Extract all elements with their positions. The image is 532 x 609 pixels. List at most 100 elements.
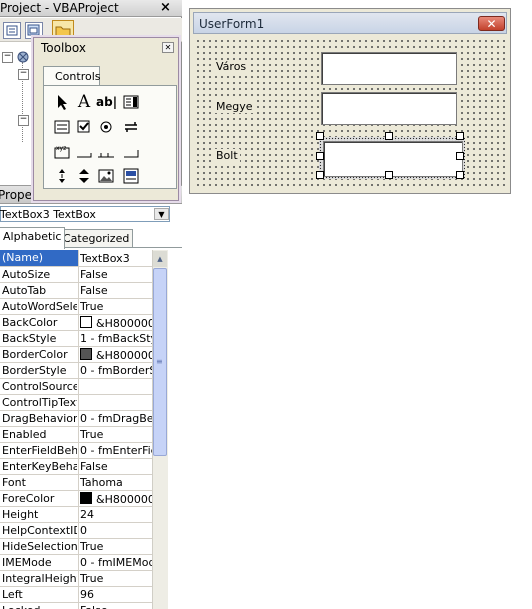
scrollbar-tool-icon[interactable] <box>52 166 72 186</box>
property-name[interactable]: BorderColor <box>2 348 77 361</box>
resize-handle[interactable] <box>456 132 464 140</box>
property-value[interactable]: True <box>80 300 152 313</box>
collapse-icon[interactable]: − <box>18 115 29 126</box>
property-value[interactable]: TextBox3 <box>80 252 152 265</box>
multipage-tool-icon[interactable] <box>121 142 141 162</box>
property-name[interactable]: AutoWordSelect <box>2 300 77 313</box>
frame-tool-icon[interactable]: xyz <box>52 142 72 162</box>
property-name[interactable]: Left <box>2 588 77 601</box>
property-name[interactable]: HelpContextID <box>2 524 77 537</box>
property-value[interactable]: 0 - fmDragBehaviorDisabled <box>80 412 152 425</box>
textbox-tool-icon[interactable]: ab| <box>96 92 117 112</box>
select-objects-icon[interactable] <box>52 92 72 112</box>
property-name[interactable]: (Name) <box>0 250 78 266</box>
spinbutton-tool-icon[interactable] <box>74 166 94 186</box>
property-value[interactable]: &H80000006& <box>80 348 152 362</box>
property-row[interactable]: AutoWordSelectTrue <box>0 298 152 315</box>
tab-controls[interactable]: Controls <box>43 66 101 86</box>
checkbox-tool-icon[interactable] <box>74 117 94 137</box>
property-name[interactable]: ForeColor <box>2 492 77 505</box>
property-value[interactable]: 0 - fmBorderStyleNone <box>80 364 152 377</box>
image-tool-icon[interactable] <box>96 166 116 186</box>
property-value[interactable]: 1 - fmBackStyleOpaque <box>80 332 152 345</box>
listbox-tool-icon[interactable] <box>52 117 72 137</box>
property-name[interactable]: BorderStyle <box>2 364 77 377</box>
close-icon[interactable]: × <box>158 1 173 15</box>
property-row[interactable]: BorderColor&H80000006& <box>0 346 152 363</box>
resize-handle[interactable] <box>316 171 324 179</box>
property-name[interactable]: Enabled <box>2 428 77 441</box>
collapse-icon[interactable]: − <box>2 52 13 63</box>
property-value[interactable]: Tahoma <box>80 476 152 489</box>
property-row[interactable]: AutoSize False <box>0 266 152 283</box>
property-row[interactable]: Height 24 <box>0 506 152 523</box>
tabstrip-tool-icon[interactable] <box>96 142 116 162</box>
resize-handle[interactable] <box>385 171 393 179</box>
property-name[interactable]: Font <box>2 476 77 489</box>
togglebutton-tool-icon[interactable] <box>121 117 141 137</box>
property-row[interactable]: BackColor&H80000005& <box>0 314 152 331</box>
userform-design-surface[interactable]: Város Megye Bolt <box>195 38 505 190</box>
property-value[interactable]: False <box>80 268 152 281</box>
property-row[interactable]: EnterFieldBehavior0 - fmEnterFieldBehavi… <box>0 442 152 459</box>
property-name[interactable]: AutoTab <box>2 284 77 297</box>
object-selector-combo[interactable]: TextBox3 TextBox ▼ <box>0 206 170 222</box>
collapse-icon[interactable]: − <box>18 69 29 80</box>
textbox-varos[interactable] <box>321 52 457 85</box>
property-name[interactable]: HideSelection <box>2 540 77 553</box>
property-name[interactable]: EnterKeyBehavior <box>2 460 77 473</box>
resize-handle[interactable] <box>456 171 464 179</box>
textbox-bolt[interactable] <box>323 141 463 177</box>
property-name[interactable]: IMEMode <box>2 556 77 569</box>
label-megye[interactable]: Megye <box>214 100 255 113</box>
property-value[interactable]: True <box>80 572 152 585</box>
commandbutton-tool-icon[interactable] <box>74 142 94 162</box>
property-name[interactable]: BackColor <box>2 316 77 329</box>
tab-alphabetic[interactable]: Alphabetic <box>0 227 66 249</box>
scrollbar-thumb[interactable]: ≡ <box>153 268 167 456</box>
property-row[interactable]: HideSelection True <box>0 538 152 555</box>
property-value[interactable]: False <box>80 460 152 473</box>
property-row[interactable]: DragBehavior0 - fmDragBehaviorDisabled <box>0 410 152 427</box>
property-value[interactable]: 0 - fmIMEModeNoControl <box>80 556 152 569</box>
label-varos[interactable]: Város <box>214 60 249 73</box>
property-name[interactable]: Height <box>2 508 77 521</box>
property-value[interactable]: &H80000008& <box>80 492 152 506</box>
property-value[interactable]: 0 <box>80 524 152 537</box>
property-row[interactable]: ForeColor&H80000008& <box>0 490 152 507</box>
property-row[interactable]: (Name) TextBox3 <box>0 250 152 267</box>
property-row[interactable]: BorderStyle0 - fmBorderStyleNone <box>0 362 152 379</box>
property-name[interactable]: EnterFieldBehavior <box>2 444 77 457</box>
property-name[interactable]: BackStyle <box>2 332 77 345</box>
refedit-tool-icon[interactable] <box>121 166 141 186</box>
property-name[interactable]: IntegralHeight <box>2 572 77 585</box>
property-row[interactable]: Enabled True <box>0 426 152 443</box>
property-row[interactable]: ControlSource <box>0 378 152 395</box>
property-name[interactable]: ControlSource <box>2 380 77 393</box>
resize-handle[interactable] <box>385 132 393 140</box>
property-row[interactable]: EnterKeyBehaviorFalse <box>0 458 152 475</box>
property-name[interactable]: DragBehavior <box>2 412 77 425</box>
resize-handle[interactable] <box>316 132 324 140</box>
property-name[interactable]: ControlTipText <box>2 396 77 409</box>
property-row[interactable]: IMEMode0 - fmIMEModeNoControl <box>0 554 152 571</box>
resize-handle[interactable] <box>456 152 464 160</box>
property-row[interactable]: BackStyle1 - fmBackStyleOpaque <box>0 330 152 347</box>
tab-categorized[interactable]: Categorized <box>59 229 134 248</box>
property-row[interactable]: Left 96 <box>0 586 152 603</box>
property-row[interactable]: AutoTab False <box>0 282 152 299</box>
property-value[interactable]: &H80000005& <box>80 316 152 330</box>
scroll-up-icon[interactable]: ▲ <box>153 251 167 267</box>
label-bolt[interactable]: Bolt <box>214 149 240 162</box>
combobox-tool-icon[interactable] <box>121 92 141 112</box>
chevron-down-icon[interactable]: ▼ <box>154 208 169 220</box>
property-row[interactable]: LockedFalse <box>0 602 152 609</box>
property-value[interactable]: False <box>80 604 152 609</box>
property-row[interactable]: HelpContextID 0 <box>0 522 152 539</box>
property-row[interactable]: ControlTipText <box>0 394 152 411</box>
close-icon[interactable]: ✕ <box>162 42 174 53</box>
label-tool-icon[interactable]: A <box>74 92 94 112</box>
property-name[interactable]: Locked <box>2 604 77 609</box>
property-value[interactable]: 96 <box>80 588 152 601</box>
property-value[interactable]: 24 <box>80 508 152 521</box>
